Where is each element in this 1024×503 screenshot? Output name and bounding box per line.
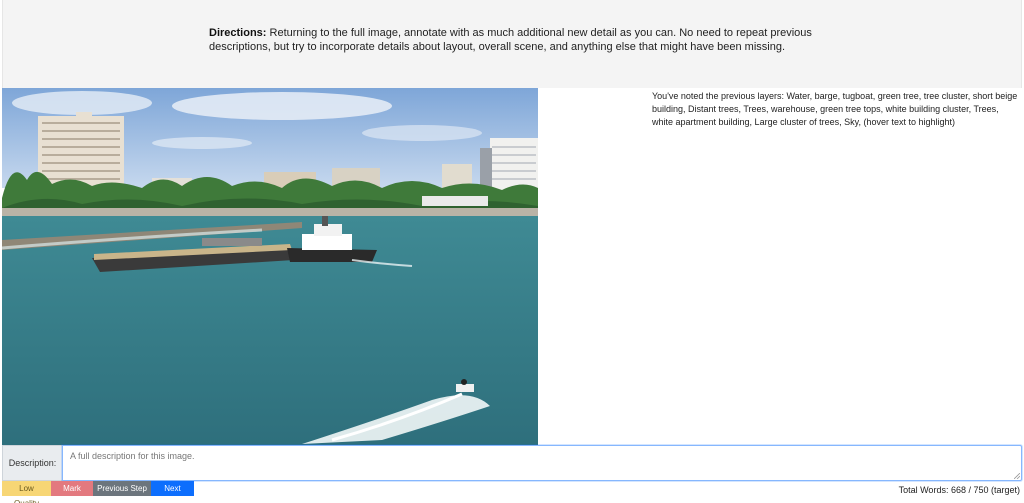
tugboat <box>287 248 377 262</box>
annotation-page: Directions: Returning to the full image,… <box>0 0 1024 503</box>
warehouse <box>422 196 488 206</box>
directions-body: Returning to the full image, annotate wi… <box>209 27 812 53</box>
action-buttons: Low Quality Mark Bad Previous Step Next … <box>2 481 194 503</box>
cloud <box>152 137 252 149</box>
previous-layers-note[interactable]: You've noted the previous layers: Water,… <box>652 90 1022 129</box>
description-row: Description: <box>2 445 1022 481</box>
low-quality-button[interactable]: Low Quality <box>2 481 51 503</box>
harbor-photo <box>2 88 538 446</box>
cloud <box>362 125 482 141</box>
jetski <box>456 384 474 392</box>
resize-grip-icon[interactable] <box>1014 473 1020 479</box>
next-step-button[interactable]: Next Step <box>151 481 194 503</box>
description-textarea[interactable] <box>62 445 1022 481</box>
annotation-image <box>2 88 538 446</box>
previous-step-button[interactable]: Previous Step <box>93 481 151 496</box>
directions-label: Directions: <box>209 27 267 39</box>
directions-panel: Directions: Returning to the full image,… <box>2 0 1022 88</box>
mark-bad-button[interactable]: Mark Bad <box>51 481 93 503</box>
directions-text: Directions: Returning to the full image,… <box>209 26 829 54</box>
cloud <box>12 91 152 115</box>
description-label: Description: <box>2 445 62 481</box>
cloud <box>172 92 392 120</box>
word-count: Total Words: 668 / 750 (target) <box>898 485 1020 495</box>
